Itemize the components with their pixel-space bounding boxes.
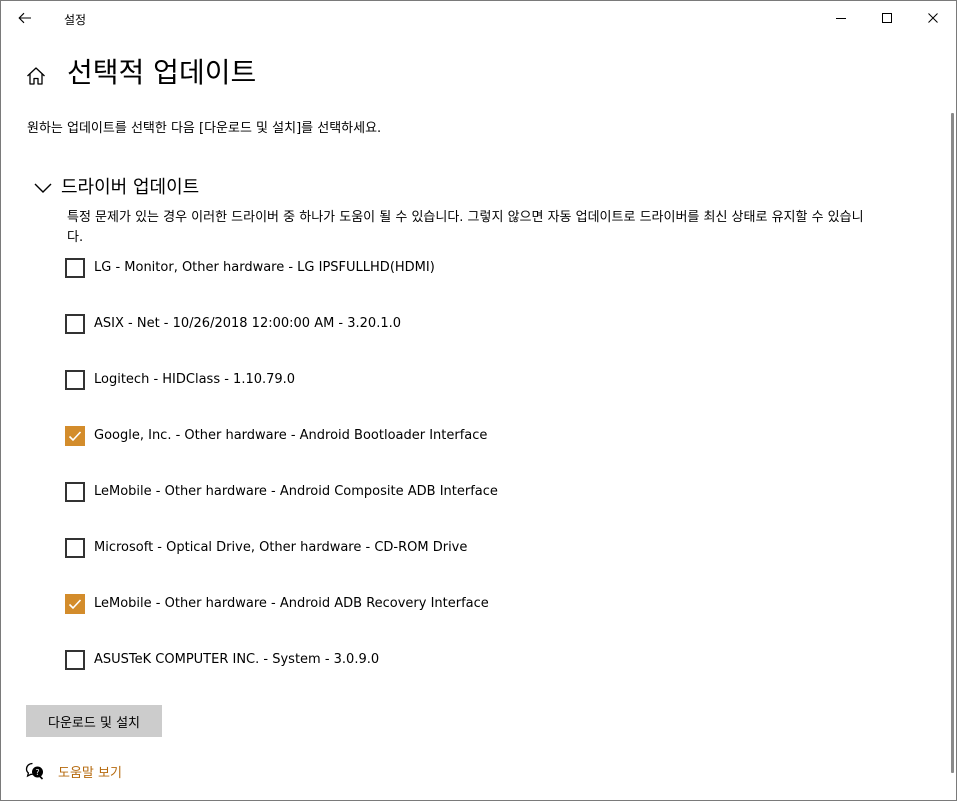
help-label: 도움말 보기	[58, 765, 122, 781]
close-button[interactable]	[910, 1, 956, 35]
title-bar: 설정	[1, 1, 956, 35]
back-button[interactable]	[9, 3, 41, 33]
maximize-icon	[882, 13, 892, 23]
driver-updates-toggle[interactable]: 드라이버 업데이트	[33, 175, 199, 201]
driver-label: ASIX - Net - 10/26/2018 12:00:00 AM - 3.…	[94, 316, 402, 331]
driver-checkbox[interactable]	[65, 426, 85, 446]
driver-checkbox[interactable]	[65, 314, 85, 334]
driver-label: Microsoft - Optical Drive, Other hardwar…	[94, 540, 468, 555]
driver-label: Google, Inc. - Other hardware - Android …	[94, 428, 488, 443]
settings-window: 설정 선택적 업데이트 원하는 업데이트를 선택한 다음 [다운로드 및 설치]…	[0, 0, 957, 801]
section-title: 드라이버 업데이트	[61, 177, 200, 198]
maximize-button[interactable]	[864, 1, 910, 35]
driver-checkbox[interactable]	[65, 482, 85, 502]
driver-checkbox[interactable]	[65, 258, 85, 278]
minimize-icon	[836, 18, 846, 19]
instruction-text: 원하는 업데이트를 선택한 다음 [다운로드 및 설치]를 선택하세요.	[27, 121, 382, 136]
svg-text:?: ?	[35, 768, 39, 777]
section-description: 특정 문제가 있는 경우 이러한 드라이버 중 하나가 도움이 될 수 있습니다…	[67, 210, 864, 245]
driver-label: Logitech - HIDClass - 1.10.79.0	[94, 372, 296, 387]
help-chat-icon: ?	[25, 762, 44, 780]
driver-item[interactable]: LeMobile - Other hardware - Android Comp…	[65, 481, 498, 537]
driver-checkbox[interactable]	[65, 650, 85, 670]
driver-label: LeMobile - Other hardware - Android ADB …	[94, 596, 489, 611]
home-button[interactable]	[25, 65, 47, 87]
driver-label: LG - Monitor, Other hardware - LG IPSFUL…	[94, 260, 435, 275]
driver-checkbox[interactable]	[65, 370, 85, 390]
driver-item[interactable]: ASUSTeK COMPUTER INC. - System - 3.0.9.0	[65, 649, 498, 705]
chevron-down-icon	[34, 183, 52, 193]
driver-item[interactable]: ASIX - Net - 10/26/2018 12:00:00 AM - 3.…	[65, 313, 498, 369]
driver-list: LG - Monitor, Other hardware - LG IPSFUL…	[65, 257, 498, 705]
driver-label: LeMobile - Other hardware - Android Comp…	[94, 484, 498, 499]
page-title: 선택적 업데이트	[67, 56, 257, 89]
driver-item[interactable]: Google, Inc. - Other hardware - Android …	[65, 425, 498, 481]
minimize-button[interactable]	[818, 1, 864, 35]
download-and-install-button[interactable]: 다운로드 및 설치	[26, 705, 162, 737]
app-title: 설정	[64, 13, 87, 27]
driver-item[interactable]: Logitech - HIDClass - 1.10.79.0	[65, 369, 498, 425]
driver-item[interactable]: Microsoft - Optical Drive, Other hardwar…	[65, 537, 498, 593]
driver-item[interactable]: LG - Monitor, Other hardware - LG IPSFUL…	[65, 257, 498, 313]
driver-checkbox[interactable]	[65, 594, 85, 614]
close-icon	[928, 13, 938, 23]
driver-item[interactable]: LeMobile - Other hardware - Android ADB …	[65, 593, 498, 649]
driver-label: ASUSTeK COMPUTER INC. - System - 3.0.9.0	[94, 652, 380, 667]
back-arrow-icon	[18, 12, 31, 24]
checkmark-icon	[68, 431, 82, 442]
checkmark-icon	[68, 599, 82, 610]
get-help-link[interactable]: ? 도움말 보기	[25, 761, 122, 781]
driver-checkbox[interactable]	[65, 538, 85, 558]
scrollbar[interactable]	[951, 113, 954, 773]
home-icon	[27, 67, 45, 85]
